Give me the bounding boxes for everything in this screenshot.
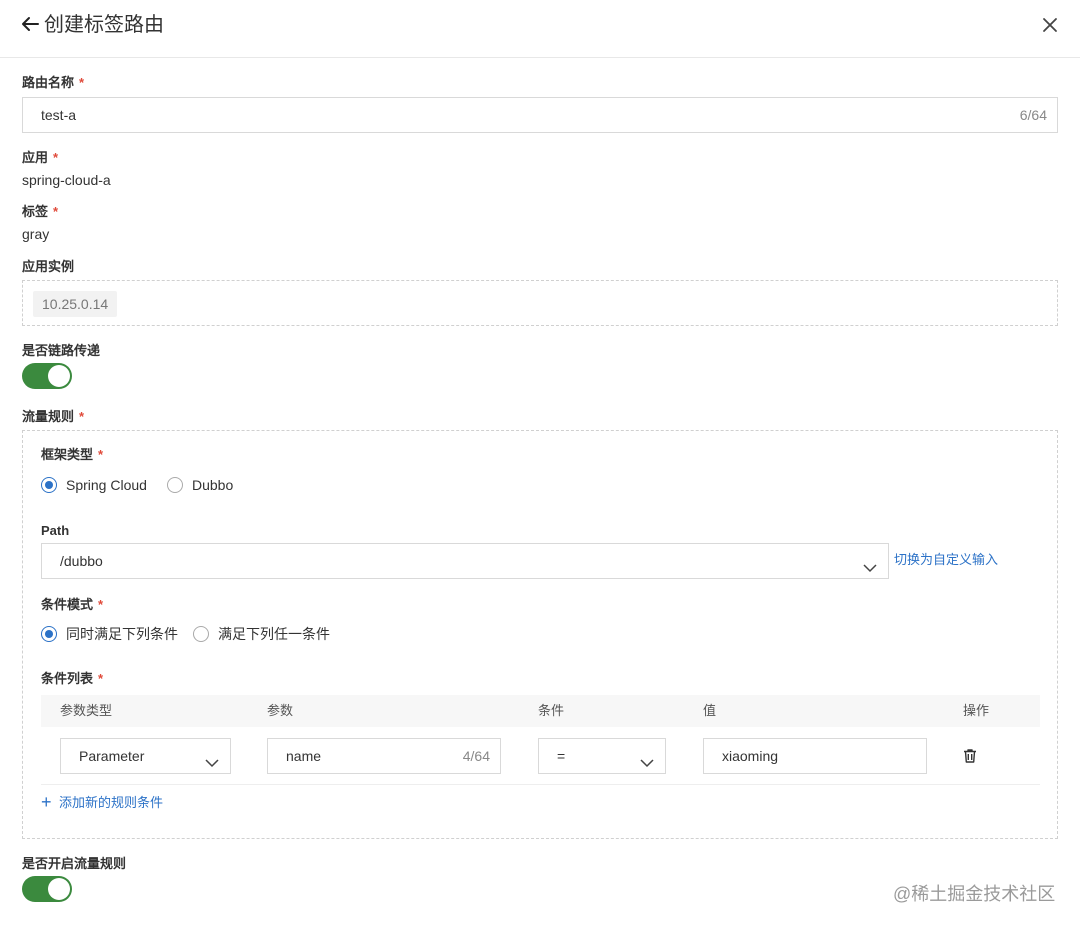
framework-label: 框架类型 * [41, 447, 104, 462]
radio-dot [193, 626, 209, 642]
add-rule-condition-link[interactable]: + 添加新的规则条件 [41, 793, 163, 813]
radio-dubbo[interactable]: Dubbo [167, 475, 233, 495]
trash-icon[interactable] [961, 747, 979, 765]
switch-knob [48, 878, 70, 900]
traffic-rule-enabled-switch[interactable] [22, 876, 72, 902]
page-title: 创建标签路由 [44, 14, 164, 36]
condition-list-label: 条件列表 * [41, 671, 104, 686]
condition-mode-label: 条件模式 * [41, 597, 104, 612]
close-icon[interactable] [1038, 13, 1062, 37]
column-condition: 条件 [538, 703, 565, 718]
route-name-counter: 6/64 [1019, 107, 1047, 123]
column-param-type: 参数类型 [60, 703, 113, 718]
param-type-select[interactable]: Parameter [60, 738, 231, 774]
application-label: 应用 * [22, 150, 59, 165]
route-name-input[interactable]: test-a 6/64 [22, 97, 1058, 133]
route-name-label: 路由名称 * [22, 75, 85, 90]
path-label: Path [41, 523, 70, 538]
tag-label: 标签 * [22, 204, 59, 219]
param-input[interactable]: name 4/64 [267, 738, 501, 774]
tag-value: gray [22, 226, 50, 242]
header: 创建标签路由 [0, 0, 1080, 58]
switch-custom-input-link[interactable]: 切换为自定义输入 [894, 551, 998, 569]
param-counter: 4/64 [462, 748, 490, 764]
column-action: 操作 [963, 703, 990, 718]
radio-any-condition[interactable]: 满足下列任一条件 [193, 624, 330, 644]
application-value: spring-cloud-a [22, 172, 111, 188]
column-value: 值 [703, 703, 717, 718]
traffic-rules-label: 流量规则 * [22, 409, 85, 424]
radio-spring-cloud[interactable]: Spring Cloud [41, 475, 147, 495]
chevron-down-icon [862, 554, 878, 573]
switch-knob [48, 365, 70, 387]
link-propagation-label: 是否链路传递 [22, 343, 101, 358]
table-row: Parameter name 4/64 = xiaoming [41, 727, 1040, 785]
instance-tag: 10.25.0.14 [33, 291, 118, 317]
radio-dot [167, 477, 183, 493]
route-name-value: test-a [41, 107, 77, 123]
radio-all-conditions[interactable]: 同时满足下列条件 [41, 624, 178, 644]
column-param: 参数 [267, 703, 294, 718]
path-value: /dubbo [60, 553, 103, 569]
radio-dot [41, 626, 57, 642]
instances-box: 10.25.0.14 [22, 280, 1058, 326]
back-arrow-icon[interactable] [18, 12, 42, 36]
plus-icon: + [41, 792, 52, 812]
path-select[interactable]: /dubbo [41, 543, 889, 579]
condition-table-header: 参数类型 参数 条件 值 操作 [41, 695, 1040, 727]
traffic-rule-enabled-label: 是否开启流量规则 [22, 856, 127, 871]
watermark: @稀土掘金技术社区 [893, 884, 1056, 904]
value-input[interactable]: xiaoming [703, 738, 927, 774]
operator-select[interactable]: = [538, 738, 666, 774]
instances-label: 应用实例 [22, 259, 75, 274]
chevron-down-icon [639, 749, 655, 768]
link-propagation-switch[interactable] [22, 363, 72, 389]
radio-dot [41, 477, 57, 493]
chevron-down-icon [204, 749, 220, 768]
